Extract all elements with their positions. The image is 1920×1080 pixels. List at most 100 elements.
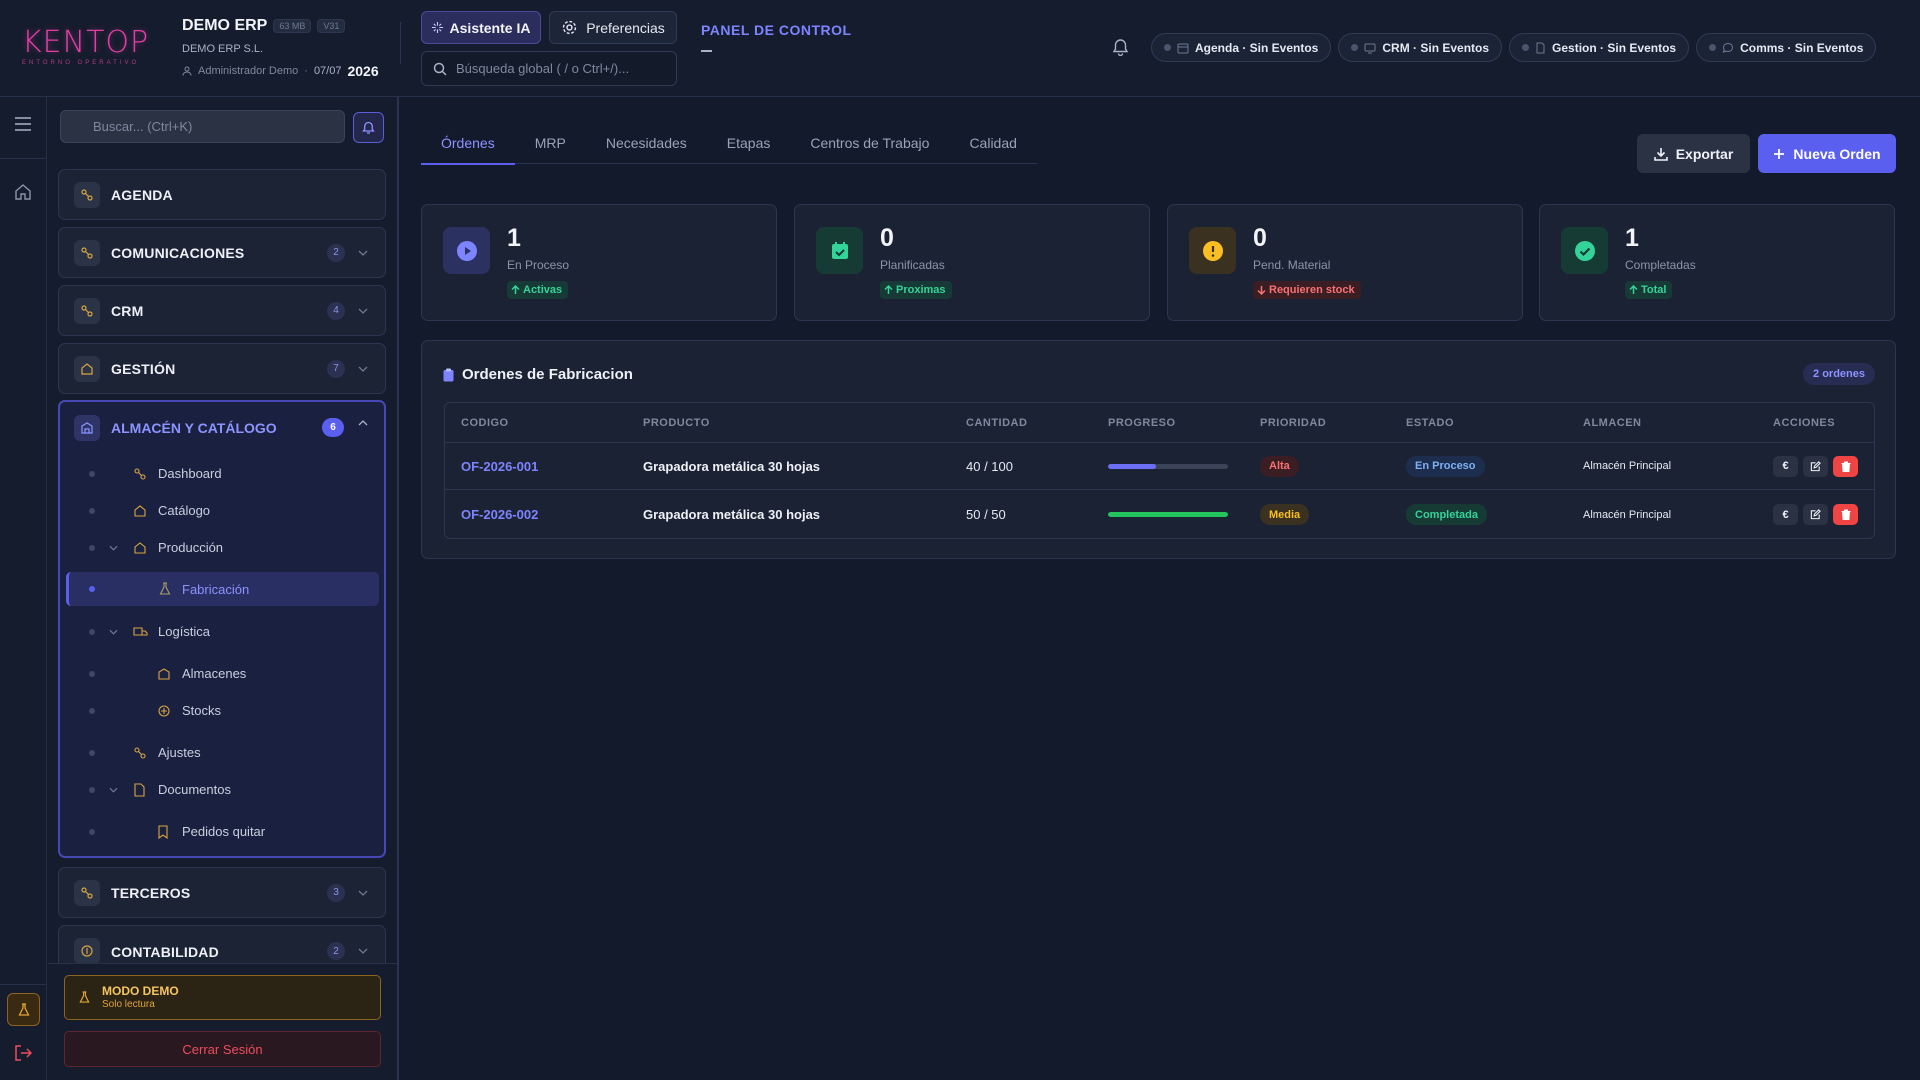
order-warehouse: Almacén Principal bbox=[1583, 508, 1672, 521]
sidebar-section-agenda[interactable]: AGENDA bbox=[58, 169, 386, 220]
status-badge: Completada bbox=[1406, 504, 1487, 525]
document-icon bbox=[1535, 42, 1546, 54]
flask-icon bbox=[79, 991, 90, 1004]
nav-item-pedidos-quitar[interactable]: Pedidos quitar bbox=[60, 815, 384, 848]
tree-bullet bbox=[89, 628, 95, 635]
bell-icon bbox=[362, 121, 375, 135]
nav-item-documentos[interactable]: Documentos bbox=[60, 773, 384, 806]
section-icon bbox=[74, 938, 100, 964]
preferences-label: Preferencias bbox=[586, 19, 665, 36]
nav-item-label: Catálogo bbox=[158, 503, 211, 518]
status-pill-crm[interactable]: CRM · Sin Eventos bbox=[1338, 33, 1503, 62]
sidebar-pin-button[interactable] bbox=[353, 112, 384, 143]
sidebar-section-crm[interactable]: CRM 4 bbox=[58, 285, 386, 336]
euro-action-button[interactable]: € bbox=[1773, 504, 1798, 525]
section-count-badge: 3 bbox=[327, 883, 345, 902]
progress-fill bbox=[1108, 463, 1156, 469]
chevron-down-icon bbox=[109, 545, 118, 551]
orders-title: Ordenes de Fabricacion bbox=[462, 366, 633, 383]
demo-mode-rail-button[interactable] bbox=[7, 993, 40, 1026]
session-year: 2026 bbox=[347, 63, 379, 79]
edit-icon bbox=[1810, 509, 1821, 520]
version-badge: V31 bbox=[317, 19, 346, 33]
delete-button[interactable] bbox=[1833, 504, 1858, 525]
tab-etapas[interactable]: Etapas bbox=[707, 122, 791, 164]
logo-subtitle: ENTORNO OPERATIVO bbox=[22, 60, 140, 66]
status-dot bbox=[1522, 44, 1530, 51]
nav-item-stocks[interactable]: Stocks bbox=[60, 694, 384, 727]
stat-badge-label: Activas bbox=[523, 284, 563, 296]
catalog-icon bbox=[133, 504, 147, 518]
euro-action-button[interactable]: € bbox=[1773, 455, 1798, 477]
sidebar-search-input[interactable] bbox=[60, 110, 345, 143]
ai-assistant-button[interactable]: Asistente IA bbox=[421, 11, 541, 44]
nav-item-almacenes[interactable]: Almacenes bbox=[60, 657, 384, 690]
section-label: COMUNICACIONES bbox=[111, 244, 245, 261]
clipboard-icon bbox=[443, 368, 454, 382]
sidebar-section-gestion[interactable]: GESTIÓN 7 bbox=[58, 343, 386, 394]
order-code-link[interactable]: OF-2026-001 bbox=[461, 459, 538, 474]
status-pill-comms[interactable]: Comms · Sin Eventos bbox=[1696, 33, 1877, 62]
demo-mode-subtitle: Solo lectura bbox=[102, 999, 155, 1010]
stat-value: 0 bbox=[1253, 224, 1267, 252]
section-header-almacen[interactable]: ALMACÉN Y CATÁLOGO 6 bbox=[60, 402, 384, 453]
home-icon[interactable] bbox=[14, 183, 32, 201]
session-date: 07/07 bbox=[313, 65, 342, 77]
header-divider bbox=[400, 22, 401, 64]
tab-calidad[interactable]: Calidad bbox=[949, 122, 1036, 164]
status-pill-label: Gestion · Sin Eventos bbox=[1552, 40, 1677, 55]
table-row[interactable]: OF-2026-001 Grapadora metálica 30 hojas … bbox=[445, 443, 1874, 490]
stat-badge-label: Requieren stock bbox=[1269, 284, 1355, 296]
nav-item-dashboard[interactable]: Dashboard bbox=[60, 457, 384, 490]
nav-item-fabricacion[interactable]: Fabricación bbox=[66, 572, 379, 606]
sidebar-section-comunicaciones[interactable]: COMUNICACIONES 2 bbox=[58, 227, 386, 278]
sidebar-section-terceros[interactable]: TERCEROS 3 bbox=[58, 867, 386, 918]
new-order-button[interactable]: Nueva Orden bbox=[1758, 134, 1896, 173]
global-search-input[interactable] bbox=[456, 61, 666, 76]
nav-item-produccion[interactable]: Producción bbox=[60, 531, 384, 564]
delete-button[interactable] bbox=[1833, 455, 1858, 477]
check-circle-icon bbox=[1561, 227, 1608, 274]
table-row[interactable]: OF-2026-002 Grapadora metálica 30 hojas … bbox=[445, 491, 1874, 538]
arrow-up-icon bbox=[1629, 285, 1638, 295]
nav-item-catalogo[interactable]: Catálogo bbox=[60, 494, 384, 527]
order-code-link[interactable]: OF-2026-002 bbox=[461, 507, 538, 522]
section-count-badge: 4 bbox=[327, 301, 345, 320]
notifications-bell-icon[interactable] bbox=[1112, 38, 1129, 56]
chevron-up-icon bbox=[358, 420, 368, 426]
section-label: TERCEROS bbox=[111, 884, 191, 901]
export-button[interactable]: Exportar bbox=[1637, 134, 1750, 173]
status-pill-label: Comms · Sin Eventos bbox=[1740, 40, 1864, 55]
status-pill-agenda[interactable]: Agenda · Sin Eventos bbox=[1151, 33, 1332, 62]
nav-item-ajustes[interactable]: Ajustes bbox=[60, 736, 384, 769]
stat-value: 1 bbox=[507, 224, 521, 252]
edit-button[interactable] bbox=[1803, 504, 1828, 525]
global-search-box[interactable] bbox=[421, 51, 677, 86]
demo-mode-title: MODO DEMO bbox=[102, 984, 179, 998]
trash-icon bbox=[1841, 509, 1850, 520]
tree-bullet bbox=[89, 828, 95, 835]
download-icon bbox=[1653, 147, 1668, 161]
stat-badge: Activas bbox=[507, 281, 569, 299]
preferences-button[interactable]: Preferencias bbox=[549, 11, 677, 44]
plus-icon bbox=[1773, 148, 1785, 160]
tab-necesidades[interactable]: Necesidades bbox=[586, 122, 707, 164]
edit-button[interactable] bbox=[1803, 455, 1828, 477]
tab-centros-de-trabajo[interactable]: Centros de Trabajo bbox=[790, 122, 949, 164]
tab-ordenes[interactable]: Órdenes bbox=[421, 122, 515, 165]
size-badge: 63 MB bbox=[273, 19, 312, 33]
logout-icon[interactable] bbox=[14, 1045, 32, 1061]
sparkle-icon bbox=[431, 22, 443, 33]
section-icon bbox=[74, 414, 100, 441]
nav-item-logistica[interactable]: Logística bbox=[60, 615, 384, 648]
section-icon bbox=[74, 879, 100, 906]
sidebar-section-contabilidad[interactable]: CONTABILIDAD 2 bbox=[58, 925, 386, 964]
column-header: CODIGO bbox=[461, 416, 509, 429]
hamburger-menu-icon[interactable] bbox=[14, 117, 32, 131]
progress-bar bbox=[1108, 512, 1228, 517]
tab-mrp[interactable]: MRP bbox=[515, 122, 586, 164]
status-pill-gestion[interactable]: Gestion · Sin Eventos bbox=[1509, 33, 1690, 62]
logout-button[interactable]: Cerrar Sesión bbox=[64, 1031, 381, 1067]
tree-bullet bbox=[89, 470, 95, 477]
section-label: CONTABILIDAD bbox=[111, 944, 219, 960]
